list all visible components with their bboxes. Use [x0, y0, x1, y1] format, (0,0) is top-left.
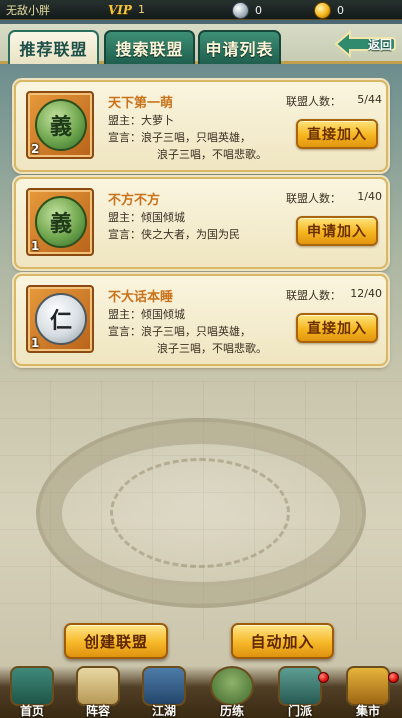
- vip-label: VIP: [108, 2, 132, 17]
- auto-join-button[interactable]: 自动加入: [231, 623, 334, 659]
- emblem-character: 義: [49, 211, 72, 237]
- alliance-name: 天下第一萌: [108, 96, 174, 111]
- silver-amount: 0: [255, 3, 262, 17]
- declaration-line-1: 浪子三唱，只唱英雄，: [141, 325, 251, 338]
- leader-value: 倾国倾城: [141, 308, 185, 321]
- member-count: 联盟人数： 12/40: [286, 287, 382, 303]
- nav-label: 江湖: [151, 704, 176, 718]
- alliance-card: 仁 1 不大话本睡 盟主：倾国倾城 宣言：浪子三唱，只唱英雄， 浪子三唱，不唱悲…: [14, 274, 388, 366]
- declaration-key: 宣言：: [108, 131, 141, 144]
- member-count-key: 联盟人数：: [286, 95, 341, 108]
- alliance-leader: 盟主：倾国倾城: [108, 209, 185, 225]
- back-label: 返回: [367, 37, 392, 52]
- tab-search-alliance[interactable]: 搜索联盟: [104, 30, 195, 64]
- leader-value: 大萝卜: [141, 114, 174, 127]
- member-count-value: 12/40: [350, 287, 382, 300]
- member-count-value: 1/40: [357, 190, 382, 203]
- alliance-name: 不大话本睡: [108, 290, 174, 305]
- market-notification-dot: [388, 672, 399, 683]
- player-name[interactable]: 无敌小胖: [6, 2, 50, 18]
- alliance-emblem[interactable]: 仁 1: [26, 285, 94, 353]
- nav-label: 集市: [355, 704, 380, 718]
- nav-home[interactable]: 首页: [0, 666, 64, 718]
- nav-label: 历练: [219, 704, 244, 718]
- stone-ren-emblem-icon: 仁: [35, 293, 87, 345]
- declaration-line-2: 浪子三唱，不唱悲歌。: [157, 148, 267, 161]
- gourd-icon: [210, 666, 254, 706]
- nav-label: 首页: [19, 704, 44, 718]
- nav-jianghu[interactable]: 江湖: [132, 666, 196, 718]
- tab-bar: 推荐联盟 搜索联盟 申请列表 返回: [0, 24, 402, 64]
- gold-amount: 0: [337, 3, 344, 17]
- member-count-value: 5/44: [357, 93, 382, 106]
- alliance-card: 義 1 不方不方 盟主：倾国倾城 宣言：侠之大者，为国为民 联盟人数： 1/40…: [14, 177, 388, 269]
- alliance-level: 2: [31, 142, 40, 156]
- alliance-emblem[interactable]: 義 1: [26, 188, 94, 256]
- alliance-list: 義 2 天下第一萌 盟主：大萝卜 宣言：浪子三唱，只唱英雄， 浪子三唱，不唱悲歌…: [0, 67, 402, 367]
- leader-key: 盟主：: [108, 308, 141, 321]
- create-alliance-button[interactable]: 创建联盟: [64, 623, 168, 659]
- treasure-icon: [346, 666, 390, 706]
- alliance-leader: 盟主：倾国倾城: [108, 306, 185, 322]
- declaration-key: 宣言：: [108, 325, 141, 338]
- member-count: 联盟人数： 5/44: [286, 93, 382, 109]
- member-count-key: 联盟人数：: [286, 192, 341, 205]
- alliance-level: 1: [31, 336, 40, 350]
- jade-yi-emblem-icon: 義: [35, 196, 87, 248]
- back-button[interactable]: 返回: [334, 30, 396, 58]
- member-count: 联盟人数： 1/40: [286, 190, 382, 206]
- scroll-icon: [76, 666, 120, 706]
- sect-notification-dot: [318, 672, 329, 683]
- nav-label: 阵容: [85, 704, 110, 718]
- alliance-card: 義 2 天下第一萌 盟主：大萝卜 宣言：浪子三唱，只唱英雄， 浪子三唱，不唱悲歌…: [14, 80, 388, 172]
- silver-coin-icon: [232, 1, 249, 19]
- join-direct-button[interactable]: 直接加入: [296, 313, 378, 343]
- apply-join-button[interactable]: 申请加入: [296, 216, 378, 246]
- declaration-line-1: 侠之大者，为国为民: [141, 228, 240, 241]
- member-count-key: 联盟人数：: [286, 289, 341, 302]
- alliance-declaration: 宣言：浪子三唱，只唱英雄，: [108, 129, 251, 145]
- leader-value: 倾国倾城: [141, 211, 185, 224]
- tab-recommended-alliances[interactable]: 推荐联盟: [8, 30, 99, 64]
- gold-currency[interactable]: 0: [314, 1, 344, 19]
- home-icon: [10, 666, 54, 706]
- alliance-name: 不方不方: [108, 193, 161, 208]
- vip-level: 1: [137, 3, 145, 16]
- declaration-line-2: 浪子三唱，不唱悲歌。: [157, 342, 267, 355]
- leader-key: 盟主：: [108, 114, 141, 127]
- emblem-character: 仁: [49, 308, 72, 334]
- nav-label: 门派: [287, 704, 312, 718]
- sword-icon: [142, 666, 186, 706]
- gold-coin-icon: [314, 1, 331, 19]
- silver-currency[interactable]: 0: [232, 1, 262, 19]
- pavilion-icon: [278, 666, 322, 706]
- join-direct-button[interactable]: 直接加入: [296, 119, 378, 149]
- alliance-declaration: 宣言：侠之大者，为国为民: [108, 226, 240, 242]
- tab-application-list[interactable]: 申请列表: [198, 30, 281, 64]
- status-bar: 无敌小胖 VIP 1 0 0: [0, 0, 402, 20]
- nav-training[interactable]: 历练: [200, 666, 264, 718]
- leader-key: 盟主：: [108, 211, 141, 224]
- alliance-declaration: 宣言：浪子三唱，只唱英雄，: [108, 323, 251, 339]
- jade-yi-emblem-icon: 義: [35, 99, 87, 151]
- alliance-emblem[interactable]: 義 2: [26, 91, 94, 159]
- alliance-leader: 盟主：大萝卜: [108, 112, 174, 128]
- alliance-level: 1: [31, 239, 40, 253]
- emblem-character: 義: [49, 114, 72, 140]
- declaration-line-1: 浪子三唱，只唱英雄，: [141, 131, 251, 144]
- nav-lineup[interactable]: 阵容: [66, 666, 130, 718]
- floor-swirl-decoration: [110, 458, 290, 568]
- vip-badge[interactable]: VIP 1: [108, 1, 145, 18]
- bottom-nav: 首页 阵容 江湖 历练 门派 集市: [0, 666, 402, 718]
- declaration-key: 宣言：: [108, 228, 141, 241]
